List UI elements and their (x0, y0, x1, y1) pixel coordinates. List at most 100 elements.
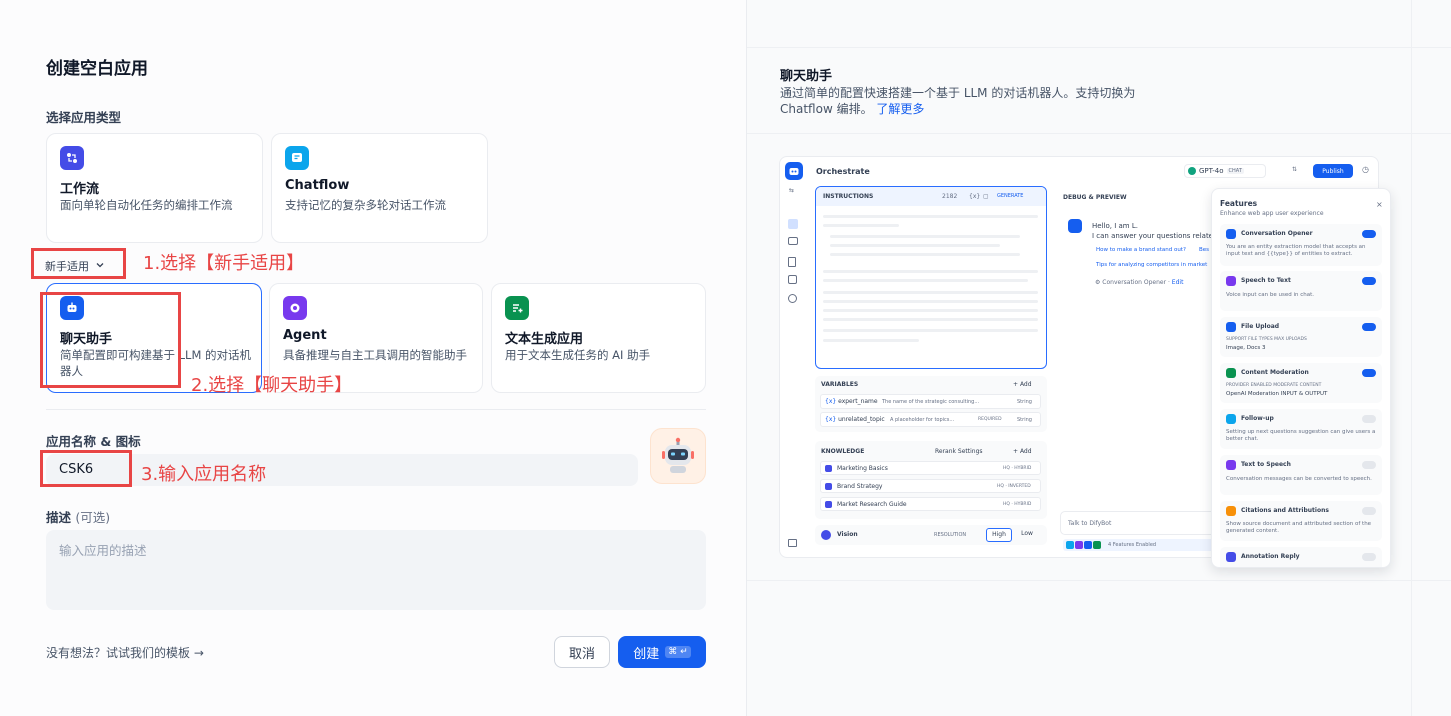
rerank-settings-button[interactable]: Rerank Settings (935, 448, 983, 455)
feature-name: Annotation Reply (1241, 553, 1300, 560)
feature-name: Speech to Text (1241, 277, 1291, 284)
app-name-label: 应用名称 & 图标 (46, 434, 141, 449)
grid-line (747, 47, 1451, 48)
feature-item[interactable]: File Upload SUPPORT FILE TYPES MAX UPLOA… (1220, 317, 1382, 357)
feature-name: Content Moderation (1241, 369, 1309, 376)
feature-desc: SUPPORT FILE TYPES MAX UPLOADS (1226, 337, 1307, 342)
instructions-label: INSTRUCTIONS (823, 193, 874, 200)
vision-label: Vision (837, 531, 858, 538)
variable-type: String (1017, 399, 1032, 405)
dataset-name: Marketing Basics (837, 465, 888, 472)
divider (46, 409, 706, 410)
eye-icon (821, 530, 831, 540)
knowledge-row[interactable]: Brand Strategy HQ · INVERTED (820, 479, 1041, 493)
feature-toggle[interactable] (1362, 323, 1376, 331)
card-title: Chatflow (285, 178, 350, 193)
rail-icon (788, 294, 797, 303)
app-icon-picker[interactable] (650, 428, 706, 484)
generate-button[interactable]: GENERATE (997, 193, 1023, 199)
feature-toggle[interactable] (1362, 230, 1376, 238)
feature-detail: Image, Docs 3 (1226, 345, 1266, 351)
feature-item[interactable]: Content Moderation PROVIDER ENABLED MODE… (1220, 363, 1382, 403)
feature-toggle[interactable] (1362, 369, 1376, 377)
feature-desc: You are an entity extraction model that … (1226, 244, 1366, 257)
workflow-icon (60, 146, 84, 170)
feature-item[interactable]: Follow-up Setting up next questions sugg… (1220, 409, 1382, 449)
resolution-low[interactable]: Low (1015, 528, 1039, 542)
variable-row[interactable]: {x} expert_name The name of the strategi… (820, 394, 1041, 409)
card-desc: 用于文本生成任务的 AI 助手 (505, 348, 651, 362)
feature-toggle[interactable] (1362, 277, 1376, 285)
learn-more-link[interactable]: 了解更多 (876, 102, 924, 116)
template-link[interactable]: 没有想法？试试我们的模板 → (46, 644, 204, 661)
variable-name: {x} unrelated_topic (825, 416, 885, 423)
add-knowledge-button[interactable]: + Add (1013, 448, 1032, 455)
features-enabled: 4 Features Enabled (1108, 542, 1157, 548)
card-desc: 支持记忆的复杂多轮对话工作流 (285, 198, 446, 212)
desc-label-text: 描述 (46, 510, 72, 525)
annotation-step2: 2.选择【聊天助手】 (191, 375, 353, 396)
rail-icon (788, 539, 797, 547)
instructions-count: 2182 (942, 193, 958, 200)
chat-input[interactable]: Talk to DifyBot (1060, 511, 1220, 535)
card-chatflow[interactable]: Chatflow 支持记忆的复杂多轮对话工作流 (271, 133, 488, 243)
knowledge-row[interactable]: Marketing Basics HQ · HYBRID (820, 461, 1041, 475)
card-workflow[interactable]: 工作流 面向单轮自动化任务的编排工作流 (46, 133, 263, 243)
feature-icon (1075, 541, 1083, 549)
robot-avatar-icon (662, 437, 694, 473)
feature-desc: Show source document and attributed sect… (1226, 521, 1372, 534)
feature-icon (1084, 541, 1092, 549)
add-label: Add (1019, 381, 1032, 388)
suggested-question[interactable]: How to make a brand stand out? (1096, 247, 1186, 253)
feature-toggle[interactable] (1362, 415, 1376, 423)
chat-placeholder: Talk to DifyBot (1068, 520, 1112, 527)
feature-item[interactable]: Text to Speech Conversation messages can… (1220, 455, 1382, 495)
feature-toggle[interactable] (1362, 461, 1376, 469)
feature-icon (1066, 541, 1074, 549)
suggested-question[interactable]: Tips for analyzing competitors in market (1096, 262, 1207, 268)
upload-icon (1226, 322, 1236, 332)
dataset-icon (825, 483, 832, 490)
rail-icon (788, 257, 796, 267)
publish-button[interactable]: Publish (1313, 164, 1353, 178)
app-name-input[interactable]: CSK6 (46, 454, 638, 486)
create-button[interactable]: 创建 ⌘ ↵ (618, 636, 706, 668)
feature-item[interactable]: Conversation Opener You are an entity ex… (1220, 224, 1382, 266)
resolution-high[interactable]: High (986, 528, 1012, 542)
feature-item[interactable]: Speech to Text Voice input can be used i… (1220, 271, 1382, 311)
suggested-question[interactable]: Bes (1199, 247, 1209, 253)
app-type-label: 选择应用类型 (46, 110, 122, 125)
feature-desc: PROVIDER ENABLED MODERATE CONTENT (1226, 383, 1322, 388)
add-variable-button[interactable]: + Add (1013, 381, 1032, 388)
speaker-icon (1226, 460, 1236, 470)
dataset-icon (825, 465, 832, 472)
knowledge-row[interactable]: Market Research Guide HQ · HYBRID (820, 497, 1041, 511)
model-selector[interactable]: GPT-4o CHAT (1184, 164, 1266, 178)
feature-toggle[interactable] (1362, 553, 1376, 561)
feature-name: Conversation Opener (1241, 230, 1313, 237)
card-text-generator[interactable]: 文本生成应用 用于文本生成任务的 AI 助手 (491, 283, 706, 393)
feature-name: Text to Speech (1241, 461, 1291, 468)
feature-desc: Conversation messages can be converted t… (1226, 476, 1372, 482)
variable-row[interactable]: {x} unrelated_topic A placeholder for to… (820, 412, 1041, 427)
history-icon[interactable]: ◷ (1362, 165, 1369, 174)
dataset-name: Market Research Guide (837, 501, 907, 508)
cancel-button[interactable]: 取消 (554, 636, 610, 668)
dataset-name: Brand Strategy (837, 483, 883, 490)
settings-icon[interactable]: ⇅ (1292, 166, 1297, 173)
features-bar[interactable]: 4 Features Enabled (1063, 539, 1223, 551)
variable-type: String (1017, 417, 1032, 423)
text-generator-icon (505, 296, 529, 320)
dataset-tag: HQ · HYBRID (1003, 466, 1032, 471)
feature-toggle[interactable] (1362, 507, 1376, 515)
instructions-editor[interactable]: INSTRUCTIONS 2182 {x} ▢ GENERATE (815, 186, 1047, 369)
feature-item[interactable]: Citations and Attributions Show source d… (1220, 501, 1382, 541)
description-textarea[interactable]: 输入应用的描述 (46, 530, 706, 610)
citation-icon (1226, 506, 1236, 516)
variable-icon[interactable]: {x} (969, 193, 980, 200)
copy-icon[interactable]: ▢ (983, 193, 989, 200)
shortcut-badge: ⌘ ↵ (665, 646, 691, 658)
features-title: Features (1220, 199, 1258, 208)
close-icon[interactable]: × (1376, 200, 1383, 209)
feature-item[interactable]: Annotation Reply (1220, 547, 1382, 567)
